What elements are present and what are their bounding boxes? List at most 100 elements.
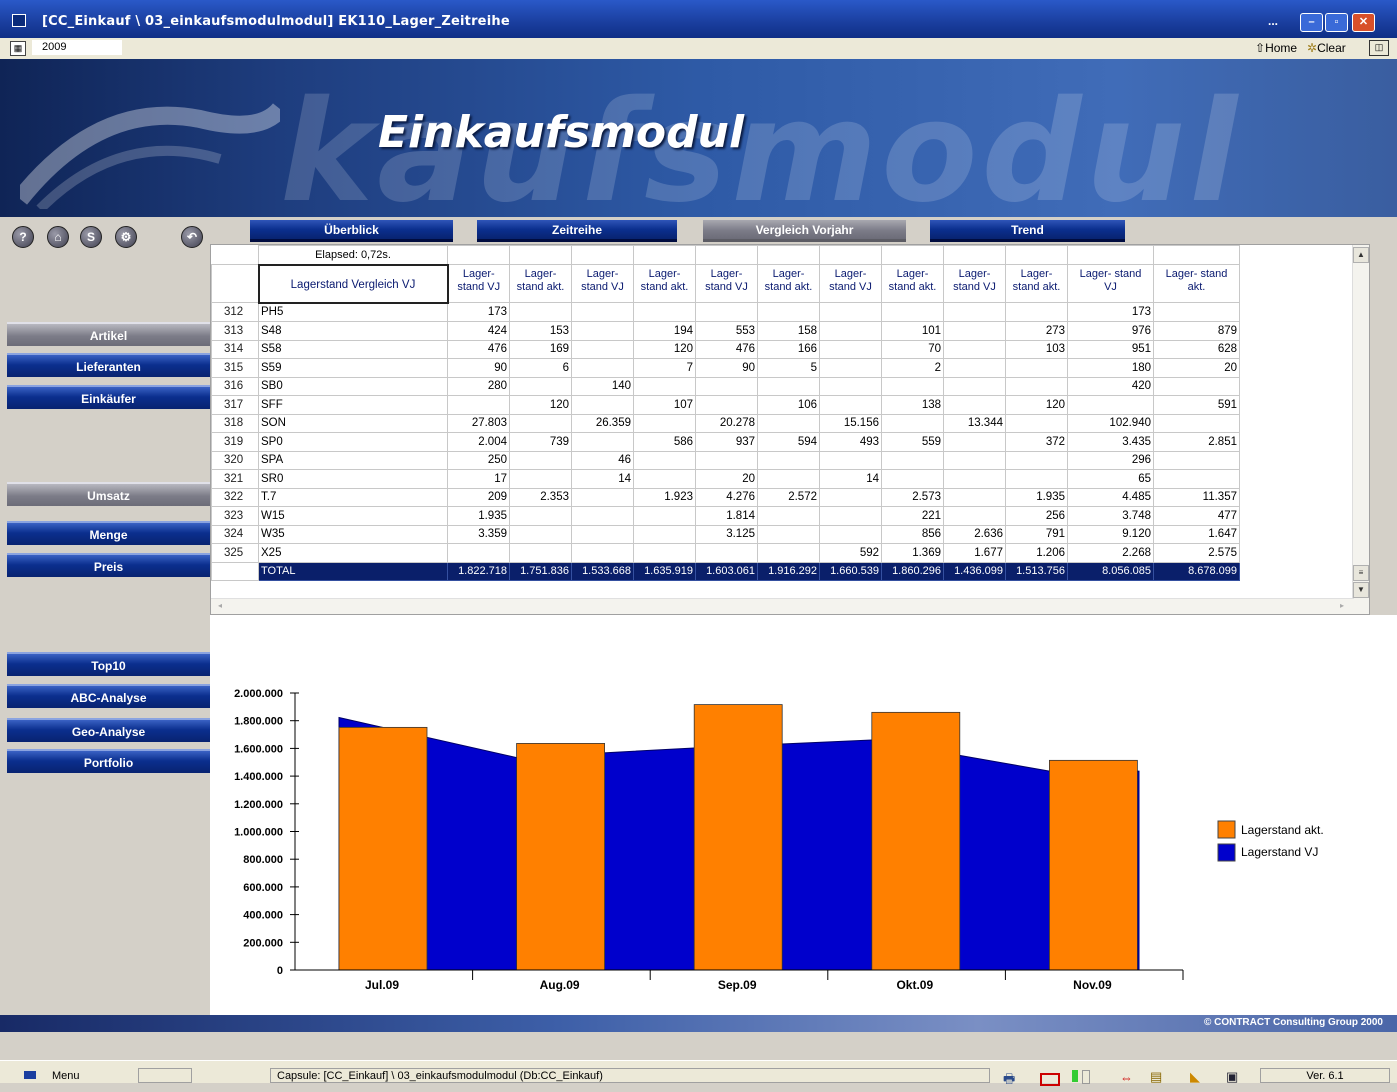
column-header[interactable]: Lager- stand VJ (943, 264, 1006, 303)
save-icon[interactable]: ▣ (1226, 1069, 1238, 1085)
table-row[interactable]: 323 W15 1.935 1.814 221 256 3.748 477 (211, 506, 1240, 526)
vertical-scrollbar[interactable]: ▲ ≡ ▼ (1352, 245, 1369, 614)
row-label[interactable]: W35 (258, 524, 448, 544)
app-menu-icon[interactable] (12, 14, 26, 27)
total-row[interactable]: TOTAL 1.822.718 1.751.836 1.533.668 1.635.91… (211, 561, 1240, 581)
tab-zeitreihe[interactable]: Zeitreihe (477, 220, 677, 242)
table-row[interactable]: 313 S48 424 153 194 553 158 101 273 976 879 (211, 321, 1240, 341)
close-button[interactable]: ✕ (1352, 13, 1375, 32)
nav-artikel[interactable]: Artikel (7, 322, 210, 346)
printer-icon[interactable]: ▤ (1150, 1069, 1162, 1085)
nav-menge[interactable]: Menge (7, 521, 210, 545)
row-label[interactable]: SB0 (258, 376, 448, 396)
help-icon[interactable]: ? (12, 226, 34, 248)
table-cell (509, 302, 572, 322)
column-header[interactable]: Lager- stand VJ (447, 264, 510, 303)
table-row[interactable]: 315 S59 90 6 7 90 5 2 180 20 (211, 358, 1240, 378)
table-row[interactable]: 324 W35 3.359 3.125 856 2.636 791 9.120 1.647 (211, 524, 1240, 544)
row-label[interactable]: SON (258, 413, 448, 433)
table-cell: 879 (1153, 321, 1240, 341)
row-label[interactable]: X25 (258, 543, 448, 563)
row-label[interactable]: S58 (258, 339, 448, 359)
scroll-right-arrow[interactable]: ▸ (1335, 599, 1349, 613)
nav-portfolio[interactable]: Portfolio (7, 749, 210, 773)
table-cell (633, 543, 696, 563)
nav-lieferanten[interactable]: Lieferanten (7, 353, 210, 377)
home-link[interactable]: ⇧Home (1255, 41, 1297, 55)
column-header[interactable]: Lager- stand akt. (881, 264, 944, 303)
arrows-icon[interactable]: ⇔ (1120, 1070, 1133, 1085)
tab-ueberblick[interactable]: Überblick (250, 220, 453, 242)
table-row[interactable]: 318 SON 27.803 26.359 20.278 15.156 13.344 102.… (211, 413, 1240, 433)
data-grid[interactable]: Elapsed: 0,72s. Lagerstand Vergleich VJ La… (210, 244, 1370, 615)
scroll-up-arrow[interactable]: ▲ (1353, 247, 1369, 263)
column-header[interactable]: Lager- stand VJ (819, 264, 882, 303)
pencil-icon[interactable]: ◣ (1190, 1069, 1200, 1085)
column-header[interactable]: Lager- stand akt. (1005, 264, 1068, 303)
table-cell (819, 506, 882, 526)
row-label[interactable]: T.7 (258, 487, 448, 507)
column-header[interactable]: Lager- stand VJ (695, 264, 758, 303)
year-field[interactable]: 2009 (32, 40, 122, 55)
scroll-thumb[interactable]: ≡ (1353, 565, 1369, 581)
column-header[interactable]: Lager- stand VJ (1067, 264, 1154, 303)
table-row[interactable]: 321 SR0 17 14 20 14 65 (211, 469, 1240, 489)
nav-abc-analyse[interactable]: ABC-Analyse (7, 684, 210, 708)
scroll-left-arrow[interactable]: ◂ (213, 599, 227, 613)
table-row[interactable]: 325 X25 592 1.369 1.677 1.206 2.268 2.575 (211, 543, 1240, 563)
corner-label[interactable]: Lagerstand Vergleich VJ (257, 263, 449, 304)
s-icon[interactable]: S (80, 226, 102, 248)
column-header[interactable]: Lager- stand akt. (509, 264, 572, 303)
y-tick-label: 1.600.000 (234, 743, 283, 755)
table-cell (509, 506, 572, 526)
table-cell: 26.359 (571, 413, 634, 433)
scroll-down-arrow[interactable]: ▼ (1353, 582, 1369, 598)
clear-link[interactable]: ✲Clear (1307, 41, 1346, 55)
window-toggle-icon[interactable]: ◫ (1369, 40, 1389, 56)
menu-label[interactable]: Menu (52, 1070, 80, 1082)
nav-umsatz[interactable]: Umsatz (7, 482, 210, 506)
row-label[interactable]: W15 (258, 506, 448, 526)
table-cell: 3.359 (447, 524, 510, 544)
table-icon[interactable]: ▦ (10, 41, 26, 56)
nav-top10[interactable]: Top10 (7, 652, 210, 676)
more-dots[interactable]: ... (1268, 14, 1278, 28)
row-number: 314 (211, 339, 259, 359)
table-row[interactable]: 322 T.7 209 2.353 1.923 4.276 2.572 2.573 1.935 4… (211, 487, 1240, 507)
settings-icon[interactable]: ⚙ (115, 226, 137, 248)
frame-icon[interactable] (1040, 1073, 1060, 1086)
column-header[interactable]: Lager- stand akt. (633, 264, 696, 303)
column-header[interactable]: Lager- stand akt. (1153, 264, 1240, 303)
menu-icon[interactable] (24, 1071, 36, 1079)
horizontal-scrollbar[interactable]: ◂ ▸ (211, 598, 1354, 614)
table-row[interactable]: 317 SFF 120 107 106 138 120 591 (211, 395, 1240, 415)
table-cell (757, 302, 820, 322)
row-label[interactable]: S59 (258, 358, 448, 378)
banner-heading: Einkaufsmodul (378, 107, 745, 158)
row-label[interactable]: PH5 (258, 302, 448, 322)
row-label[interactable]: SPA (258, 450, 448, 470)
column-header[interactable]: Lager- stand VJ (571, 264, 634, 303)
row-label[interactable]: S48 (258, 321, 448, 341)
column-header[interactable]: Lager- stand akt. (757, 264, 820, 303)
table-row[interactable]: 316 SB0 280 140 420 (211, 376, 1240, 396)
row-label[interactable]: SFF (258, 395, 448, 415)
tab-vergleich-vorjahr[interactable]: Vergleich Vorjahr (703, 220, 906, 242)
home-round-icon[interactable]: ⌂ (47, 226, 69, 248)
print-preview-icon[interactable]: 🖶 (1003, 1070, 1015, 1092)
nav-geo-analyse[interactable]: Geo-Analyse (7, 718, 210, 742)
table-row[interactable]: 319 SP0 2.004 739 586 937 594 493 559 372 3.435 2.8… (211, 432, 1240, 452)
row-label[interactable]: SR0 (258, 469, 448, 489)
minimize-button[interactable]: – (1300, 13, 1323, 32)
table-cell: 140 (571, 376, 634, 396)
table-row[interactable]: 314 S58 476 169 120 476 166 70 103 951 628 (211, 339, 1240, 359)
row-label[interactable]: SP0 (258, 432, 448, 452)
back-icon[interactable]: ↶ (181, 226, 203, 248)
nav-preis[interactable]: Preis (7, 553, 210, 577)
tab-trend[interactable]: Trend (930, 220, 1125, 242)
maximize-button[interactable]: ▫ (1325, 13, 1348, 32)
table-row[interactable]: 312 PH5 173 173 (211, 302, 1240, 322)
nav-einkaeufer[interactable]: Einkäufer (7, 385, 210, 409)
table-row[interactable]: 320 SPA 250 46 296 (211, 450, 1240, 470)
table-cell (1005, 450, 1068, 470)
